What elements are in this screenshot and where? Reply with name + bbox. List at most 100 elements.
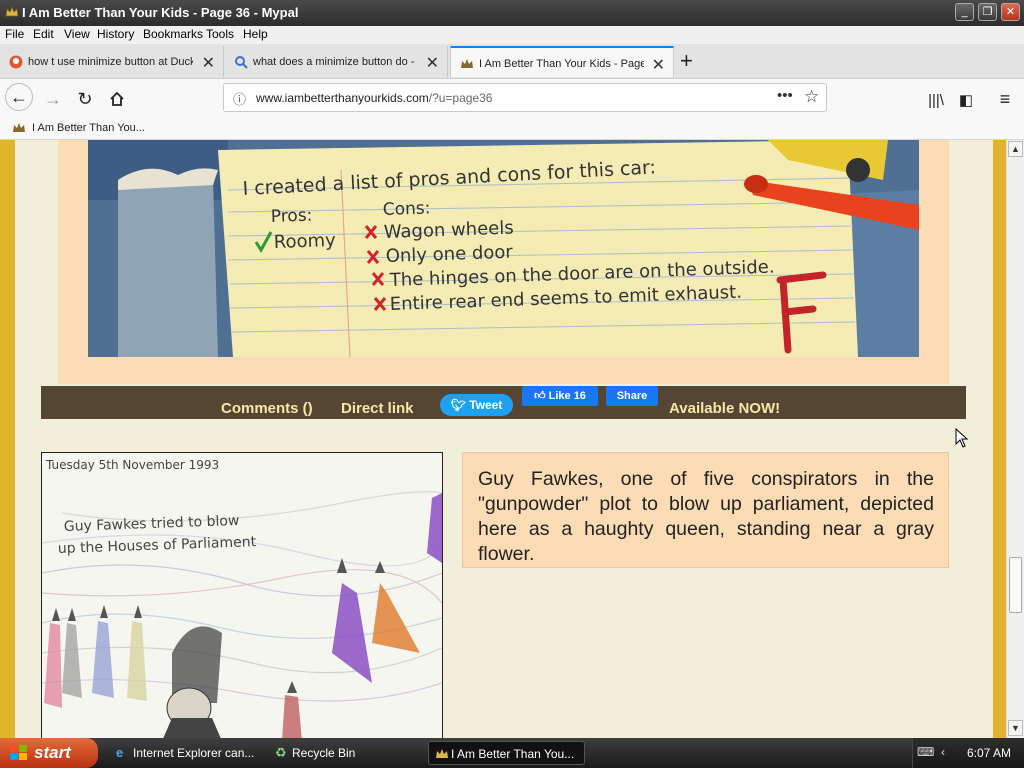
scroll-up-button[interactable]: ▲ xyxy=(1008,141,1023,157)
url-text[interactable]: www.iambetterthanyourkids.com/?u=page36 xyxy=(256,91,492,105)
direct-link[interactable]: Direct link xyxy=(341,400,414,417)
tab-active[interactable]: I Am Better Than Your Kids - Page ✕ xyxy=(450,46,674,77)
drawing-date: Tuesday 5th November 1993 xyxy=(45,458,219,472)
info-icon[interactable]: ⓘ xyxy=(233,89,246,108)
pros-header: Pros: xyxy=(270,206,312,227)
plus-icon: + xyxy=(680,48,693,73)
menu-bookmarks[interactable]: Bookmarks xyxy=(143,27,203,41)
home-button[interactable] xyxy=(103,85,131,113)
drawing-illustration: Tuesday 5th November 1993 Guy Fawkes tri… xyxy=(42,453,442,738)
close-icon: ✕ xyxy=(1005,6,1016,18)
restore-button[interactable]: ❐ xyxy=(978,3,997,21)
bookmarks-toolbar: I Am Better Than You... xyxy=(0,117,1024,140)
windows-logo-icon xyxy=(10,745,27,760)
minimize-button[interactable]: _ xyxy=(955,3,974,21)
crown-icon xyxy=(5,6,19,17)
taskbar-item-recycle-bin[interactable]: ♻ Recycle Bin xyxy=(270,741,422,765)
mouse-cursor-icon xyxy=(955,428,969,448)
share-label: Share xyxy=(616,390,648,402)
page-actions-icon[interactable]: ••• xyxy=(777,87,793,104)
crown-icon xyxy=(13,123,25,132)
window-title: I Am Better Than Your Kids - Page 36 - M… xyxy=(22,5,299,20)
duckduckgo-icon xyxy=(9,55,23,69)
minimize-icon: _ xyxy=(961,6,968,18)
arrow-left-icon: ← xyxy=(10,87,28,107)
comic-illustration: I created a list of pros and cons for th… xyxy=(88,140,919,357)
available-now-link[interactable]: Available NOW! xyxy=(669,400,780,417)
back-button[interactable]: ← xyxy=(5,83,33,111)
bookmark-item[interactable]: I Am Better Than You... xyxy=(10,117,150,139)
pro-item: Roomy xyxy=(273,230,336,253)
crown-icon xyxy=(436,749,448,758)
new-tab-button[interactable]: + xyxy=(680,48,693,74)
url-domain: www.iambetterthanyourkids.com xyxy=(256,91,429,105)
tweet-button[interactable]: 🐦︎ Tweet xyxy=(440,394,513,416)
library-button[interactable]: |||\ xyxy=(922,85,950,113)
page-content: I created a list of pros and cons for th… xyxy=(0,140,1006,738)
twitter-bird-icon: 🐦︎ xyxy=(450,398,466,412)
taskbar-item-label: Recycle Bin xyxy=(292,746,356,760)
tab-label: what does a minimize button do - xyxy=(253,56,415,68)
url-bar[interactable]: ⓘ www.iambetterthanyourkids.com/?u=page3… xyxy=(223,83,827,112)
arrow-right-icon: → xyxy=(44,89,62,109)
close-tab-icon[interactable]: ✕ xyxy=(202,53,215,73)
menu-history[interactable]: History xyxy=(97,27,134,41)
menu-tools[interactable]: Tools xyxy=(206,27,234,41)
chevron-down-icon: ▼ xyxy=(1011,723,1020,733)
url-path: /?u=page36 xyxy=(428,91,493,105)
menu-help[interactable]: Help xyxy=(243,27,268,41)
forward-button[interactable]: → xyxy=(39,85,67,113)
con-item: Only one door xyxy=(385,242,513,267)
chevron-up-icon: ▲ xyxy=(1011,144,1020,154)
home-icon xyxy=(110,91,124,106)
reload-button[interactable]: ↻ xyxy=(71,85,99,113)
keyboard-icon[interactable]: ⌨ xyxy=(917,745,934,759)
tweet-label: Tweet xyxy=(469,398,503,412)
child-drawing: Tuesday 5th November 1993 Guy Fawkes tri… xyxy=(41,452,443,738)
search-icon xyxy=(235,56,248,69)
recycle-bin-icon: ♻ xyxy=(275,745,287,760)
tab-label: I Am Better Than Your Kids - Page xyxy=(479,58,644,70)
close-button[interactable]: ✕ xyxy=(1001,3,1020,21)
sidebar-button[interactable]: ◧ xyxy=(952,85,980,113)
scrollbar-thumb[interactable] xyxy=(1009,557,1022,613)
hamburger-icon: ≡ xyxy=(999,89,1011,109)
menu-file[interactable]: File xyxy=(5,27,24,41)
menu-edit[interactable]: Edit xyxy=(33,27,54,41)
tray-expand-icon[interactable]: ‹ xyxy=(941,745,945,759)
menu-view[interactable]: View xyxy=(64,27,90,41)
vertical-scrollbar[interactable]: ▲ ▼ xyxy=(1006,140,1024,738)
thumbs-up-icon: 👍︎ xyxy=(534,390,546,402)
tab-label: how t use minimize button at Duck xyxy=(28,56,193,68)
close-tab-icon[interactable]: ✕ xyxy=(652,55,665,75)
reload-icon: ↻ xyxy=(77,89,93,109)
taskbar-item-ie[interactable]: e Internet Explorer can... xyxy=(111,741,263,765)
facebook-like-button[interactable]: 👍︎ Like 16 xyxy=(522,386,598,406)
comic-caption: Guy Fawkes, one of five conspirators in … xyxy=(478,468,934,565)
start-button[interactable]: start xyxy=(0,738,98,768)
menu-button[interactable]: ≡ xyxy=(991,85,1019,113)
taskbar-item-browser[interactable]: I Am Better Than You... xyxy=(428,741,585,765)
right-border-stripe xyxy=(993,140,1006,738)
ie-icon: e xyxy=(116,745,124,760)
tab-search[interactable]: what does a minimize button do - ✕ xyxy=(225,46,448,77)
cons-header: Cons: xyxy=(382,198,430,220)
title-bar: I Am Better Than Your Kids - Page 36 - M… xyxy=(0,0,1024,26)
comic-image: I created a list of pros and cons for th… xyxy=(88,140,919,357)
restore-icon: ❐ xyxy=(982,6,993,18)
taskbar-item-label: Internet Explorer can... xyxy=(133,746,255,760)
bookmark-star-icon[interactable]: ☆ xyxy=(804,87,819,107)
tab-duckduckgo[interactable]: how t use minimize button at Duck ✕ xyxy=(0,46,224,77)
close-tab-icon[interactable]: ✕ xyxy=(426,53,439,73)
tab-bar: how t use minimize button at Duck ✕ what… xyxy=(0,44,1024,79)
scroll-down-button[interactable]: ▼ xyxy=(1008,720,1023,736)
taskbar-item-label: I Am Better Than You... xyxy=(451,747,575,761)
left-border-stripe xyxy=(0,140,15,738)
comic-caption-box: Guy Fawkes, one of five conspirators in … xyxy=(462,452,949,568)
bookmark-label: I Am Better Than You... xyxy=(32,122,145,134)
facebook-share-button[interactable]: Share xyxy=(606,386,658,406)
library-icon: |||\ xyxy=(928,92,944,109)
menu-bar: File Edit View History Bookmarks Tools H… xyxy=(0,26,1024,44)
sidebar-icon: ◧ xyxy=(958,92,974,109)
comments-link[interactable]: Comments () xyxy=(221,400,313,417)
